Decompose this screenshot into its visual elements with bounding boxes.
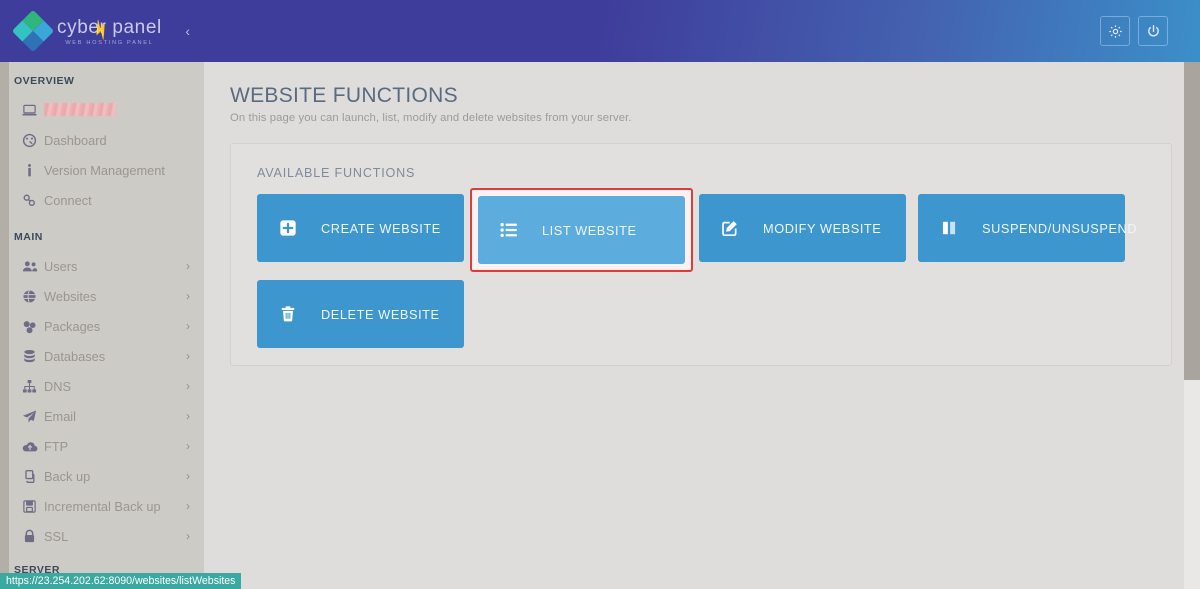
create-website-wrapper: CREATE WEBSITE	[257, 194, 464, 266]
sidebar-item-packages[interactable]: Packages ›	[0, 311, 204, 341]
chevron-right-icon: ›	[186, 379, 190, 393]
top-header	[204, 0, 1200, 62]
page-scrollbar[interactable]	[1184, 62, 1200, 589]
power-icon	[1146, 24, 1161, 39]
paper-plane-icon	[22, 409, 44, 424]
modify-website-wrapper: MODIFY WEBSITE	[699, 194, 906, 266]
pause-icon	[940, 219, 962, 237]
logout-power-button[interactable]	[1138, 16, 1168, 46]
globe-icon	[22, 289, 44, 304]
page-title: WEBSITE FUNCTIONS	[230, 84, 458, 107]
laptop-icon	[22, 103, 44, 118]
sidebar-item-label: Packages	[44, 318, 101, 334]
sidebar-item-backup[interactable]: Back up ›	[0, 461, 204, 491]
function-label: CREATE WEBSITE	[321, 220, 441, 236]
trash-icon	[279, 305, 301, 323]
main-content: WEBSITE FUNCTIONS On this page you can l…	[204, 62, 1200, 589]
brand-tagline: WEB HOSTING PANEL	[65, 40, 154, 46]
sidebar-item-label: Connect	[44, 192, 92, 208]
suspend-unsuspend-button[interactable]: SUSPEND/UNSUSPEND	[918, 194, 1137, 262]
nav-section-main: MAIN	[14, 231, 43, 243]
sidebar-item-email[interactable]: Email ›	[0, 401, 204, 431]
sidebar-item-incremental-backup[interactable]: Incremental Back up ›	[0, 491, 204, 521]
link-icon	[22, 193, 44, 208]
sidebar-item-label: Dashboard	[44, 132, 107, 148]
sidebar-item-label: DNS	[44, 378, 72, 394]
sidebar-item-users[interactable]: Users ›	[0, 251, 204, 281]
sidebar-item-databases[interactable]: Databases ›	[0, 341, 204, 371]
function-label: MODIFY WEBSITE	[763, 220, 882, 236]
plus-square-icon	[279, 219, 301, 237]
sidebar-item-label: Incremental Back up	[44, 498, 161, 514]
delete-website-wrapper: DELETE WEBSITE	[257, 280, 464, 348]
sidebar-item-ssl[interactable]: SSL ›	[0, 521, 204, 551]
chevron-left-icon[interactable]: ‹	[185, 24, 190, 38]
lock-icon	[22, 529, 44, 544]
modify-website-button[interactable]: MODIFY WEBSITE	[699, 194, 906, 262]
chevron-right-icon: ›	[186, 529, 190, 543]
chevron-right-icon: ›	[186, 259, 190, 273]
chevron-right-icon: ›	[186, 409, 190, 423]
sidebar-item-label: Version Management	[44, 162, 165, 178]
chevron-right-icon: ›	[186, 499, 190, 513]
sitemap-icon	[22, 379, 44, 394]
info-icon	[22, 163, 44, 178]
sidebar-item-label: Databases	[44, 348, 106, 364]
sidebar-item-label: SSL	[44, 528, 69, 544]
page-subtitle: On this page you can launch, list, modif…	[230, 112, 632, 124]
sidebar-item-dashboard[interactable]: Dashboard	[0, 125, 204, 155]
available-functions-panel: AVAILABLE FUNCTIONS CREATE WEBSITE LIST …	[230, 143, 1172, 366]
sidebar-nav: OVERVIEW Dashboard Version Management Co…	[0, 62, 204, 589]
status-bar-url: https://23.254.202.62:8090/websites/list…	[0, 573, 242, 589]
page-scrollbar-thumb[interactable]	[1184, 62, 1200, 380]
sidebar-item-label: Websites	[44, 288, 97, 304]
sidebar: ⚡ cyber panel WEB HOSTING PANEL ‹ OVERVI…	[0, 0, 204, 589]
users-icon	[22, 259, 44, 274]
delete-website-button[interactable]: DELETE WEBSITE	[257, 280, 464, 348]
list-icon	[500, 221, 522, 239]
chevron-right-icon: ›	[186, 469, 190, 483]
list-website-button[interactable]: LIST WEBSITE	[478, 196, 685, 264]
panel-title: AVAILABLE FUNCTIONS	[257, 166, 416, 180]
cyberpanel-app: ⚡ cyber panel WEB HOSTING PANEL ‹ OVERVI…	[0, 0, 1200, 589]
cloud-upload-icon	[22, 439, 44, 454]
sidebar-item-label: FTP	[44, 438, 69, 454]
nav-section-overview: OVERVIEW	[14, 75, 75, 87]
redacted-hostname	[44, 103, 116, 116]
sidebar-item-label	[44, 102, 190, 118]
chevron-right-icon: ›	[186, 439, 190, 453]
list-website-wrapper: LIST WEBSITE	[470, 188, 693, 272]
sidebar-item-dns[interactable]: DNS ›	[0, 371, 204, 401]
gear-icon	[1108, 24, 1123, 39]
function-label: DELETE WEBSITE	[321, 306, 440, 322]
sidebar-item-server-hostname[interactable]	[0, 95, 204, 125]
cyberpanel-logo-icon	[11, 9, 55, 53]
packages-icon	[22, 319, 44, 334]
database-icon	[22, 349, 44, 364]
edit-pencil-icon	[721, 219, 743, 237]
sidebar-brand[interactable]: ⚡ cyber panel WEB HOSTING PANEL ‹	[0, 0, 204, 62]
function-label: LIST WEBSITE	[542, 222, 637, 238]
copy-icon	[22, 469, 44, 484]
function-label: SUSPEND/UNSUSPEND	[982, 220, 1138, 236]
create-website-button[interactable]: CREATE WEBSITE	[257, 194, 464, 262]
floppy-disk-icon	[22, 499, 44, 514]
dashboard-icon	[22, 133, 44, 148]
settings-button[interactable]	[1100, 16, 1130, 46]
chevron-right-icon: ›	[186, 319, 190, 333]
functions-grid: CREATE WEBSITE LIST WEBSITE MODIFY WEBSI…	[257, 188, 1145, 348]
suspend-unsuspend-wrapper: SUSPEND/UNSUSPEND	[918, 194, 1137, 266]
sidebar-item-label: Email	[44, 408, 76, 424]
sidebar-item-connect[interactable]: Connect	[0, 185, 204, 215]
sidebar-item-version-management[interactable]: Version Management	[0, 155, 204, 185]
sidebar-item-websites[interactable]: Websites ›	[0, 281, 204, 311]
sidebar-item-ftp[interactable]: FTP ›	[0, 431, 204, 461]
chevron-right-icon: ›	[186, 349, 190, 363]
chevron-right-icon: ›	[186, 289, 190, 303]
sidebar-item-label: Back up	[44, 468, 91, 484]
sidebar-item-label: Users	[44, 258, 78, 274]
